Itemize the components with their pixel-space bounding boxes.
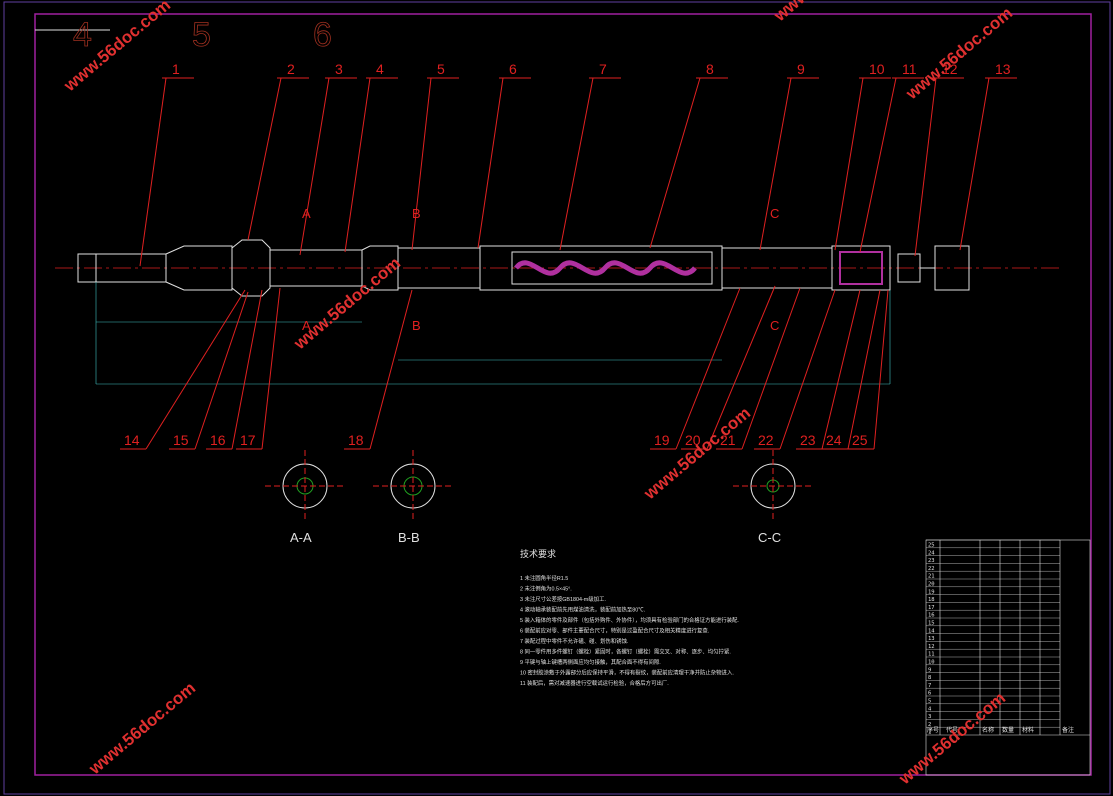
balloon-5: 5 bbox=[437, 61, 445, 77]
tech-requirement-line: 8 同一零件用多件螺钉（螺栓）紧固时，各螺钉（螺栓）需交叉、对称、逐步、均匀拧紧… bbox=[520, 648, 731, 656]
zone-number-4: 4 bbox=[73, 16, 92, 54]
balloon-22: 22 bbox=[758, 432, 774, 448]
balloon-19: 19 bbox=[654, 432, 670, 448]
leader-line bbox=[914, 77, 937, 257]
leader-line bbox=[847, 289, 881, 450]
tech-requirement-line: 1 未注圆角半径R1.5 bbox=[520, 574, 568, 582]
balloon-2: 2 bbox=[287, 61, 295, 77]
leader-line bbox=[559, 77, 594, 251]
tech-requirement-line: 4 滚动轴承装配前先用煤油清洗，装配前加热至80℃. bbox=[520, 606, 645, 614]
table-header-cell: 材料 bbox=[1022, 726, 1034, 734]
section-view-a bbox=[265, 450, 345, 522]
leader-line bbox=[741, 287, 801, 450]
watermark-text: www.56doc.com bbox=[85, 678, 200, 778]
balloon-7: 7 bbox=[599, 61, 607, 77]
section-view-b bbox=[373, 450, 453, 522]
tech-requirements-list: 1 未注圆角半径R1.5 2 未注倒角为0.5×45°. 3 未注尺寸公差按GB18… bbox=[520, 574, 739, 687]
tech-requirement-line: 11 装配后，需对减速器进行空载试运行检验，合格后方可出厂. bbox=[520, 679, 669, 687]
row-number: 23 bbox=[928, 558, 935, 564]
row-number: 3 bbox=[928, 714, 931, 720]
leader-line bbox=[834, 77, 864, 251]
balloon-13: 13 bbox=[995, 61, 1011, 77]
leader-line bbox=[139, 77, 167, 267]
tech-requirement-line: 7 装配过程中零件不允许磕、碰、划伤和锈蚀. bbox=[520, 637, 628, 645]
balloon-15: 15 bbox=[173, 432, 189, 448]
section-view-label-b: B-B bbox=[398, 530, 420, 545]
balloon-25: 25 bbox=[852, 432, 868, 448]
balloon-24: 24 bbox=[826, 432, 842, 448]
leader-line bbox=[759, 77, 792, 251]
top-leaders: 1 2 3 4 5 6 7 8 9 10 11 12 13 bbox=[139, 61, 1017, 267]
balloon-6: 6 bbox=[509, 61, 517, 77]
balloon-8: 8 bbox=[706, 61, 714, 77]
leader-line bbox=[231, 289, 263, 450]
section-mark-b-bottom: B bbox=[412, 318, 421, 333]
tech-requirements-title: 技术要求 bbox=[520, 548, 556, 559]
leader-line bbox=[145, 289, 246, 450]
balloon-9: 9 bbox=[797, 61, 805, 77]
balloon-1: 1 bbox=[172, 61, 180, 77]
section-mark-c-top: C bbox=[770, 206, 779, 221]
balloon-17: 17 bbox=[240, 432, 256, 448]
table-header-cell: 序号 bbox=[927, 726, 939, 734]
balloon-16: 16 bbox=[210, 432, 226, 448]
balloon-14: 14 bbox=[124, 432, 140, 448]
leader-line bbox=[194, 291, 249, 450]
section-view-label-c: C-C bbox=[758, 530, 781, 545]
section-mark-c-bottom: C bbox=[770, 318, 779, 333]
leader-line bbox=[411, 77, 432, 251]
assembly-drawing: 4 5 6 A A B B C C bbox=[3, 0, 1111, 795]
zone-number-5: 5 bbox=[192, 16, 211, 54]
tube-assembly bbox=[77, 239, 970, 385]
leader-line bbox=[369, 289, 413, 450]
watermark-text: www.56doc.com bbox=[770, 0, 885, 26]
leader-line bbox=[477, 77, 504, 249]
table-header-cell: 数量 bbox=[1002, 726, 1014, 734]
zone-number-6: 6 bbox=[313, 16, 332, 54]
watermark-text: www.56doc.com bbox=[895, 688, 1010, 788]
leader-line bbox=[821, 289, 861, 450]
leader-line bbox=[779, 289, 836, 450]
leader-line bbox=[873, 289, 889, 450]
watermark-text: www.56doc.com bbox=[902, 3, 1017, 103]
bottom-leaders: 14 15 16 17 18 19 20 21 22 23 24 25 bbox=[120, 285, 889, 450]
leader-line bbox=[344, 77, 371, 253]
section-view-label-a: A-A bbox=[290, 530, 312, 545]
tech-requirement-line: 6 装配前应对零、部件主要配合尺寸，特别是过盈配合尺寸及相关精度进行复查. bbox=[520, 627, 709, 635]
leader-line bbox=[859, 77, 897, 253]
tech-requirement-line: 9 平键与轴上键槽两侧面应均匀接触，其配合面不得有间隙. bbox=[520, 658, 661, 666]
watermark-text: www.56doc.com bbox=[640, 403, 755, 503]
row-number: 8 bbox=[928, 675, 931, 681]
leader-line bbox=[649, 77, 701, 249]
tech-requirement-line: 10 密封胶涂敷于外露部分后应保持平滑，不得有裂纹，装配前应清理干净并防止杂物进… bbox=[520, 669, 734, 677]
balloon-23: 23 bbox=[800, 432, 816, 448]
balloon-3: 3 bbox=[335, 61, 343, 77]
leader-line bbox=[299, 77, 330, 256]
leader-line bbox=[959, 77, 990, 251]
balloon-4: 4 bbox=[376, 61, 384, 77]
tech-requirement-line: 5 装入箱体的零件及部件（包括外购件、外协件），均须具有检验部门的合格证方能进行… bbox=[520, 616, 739, 624]
tech-requirement-line: 2 未注倒角为0.5×45°. bbox=[520, 585, 572, 593]
balloon-11: 11 bbox=[902, 61, 917, 77]
balloon-10: 10 bbox=[869, 61, 885, 77]
tech-requirement-line: 3 未注尺寸公差按GB1804-m级加工. bbox=[520, 595, 606, 603]
table-header-cell: 名称 bbox=[982, 726, 994, 734]
table-header-cell: 备注 bbox=[1062, 726, 1074, 734]
balloon-18: 18 bbox=[348, 432, 364, 448]
row-number: 13 bbox=[928, 636, 935, 642]
row-number: 18 bbox=[928, 597, 935, 603]
section-view-c bbox=[733, 450, 813, 522]
leader-line bbox=[247, 77, 282, 241]
leader-line bbox=[261, 287, 281, 450]
